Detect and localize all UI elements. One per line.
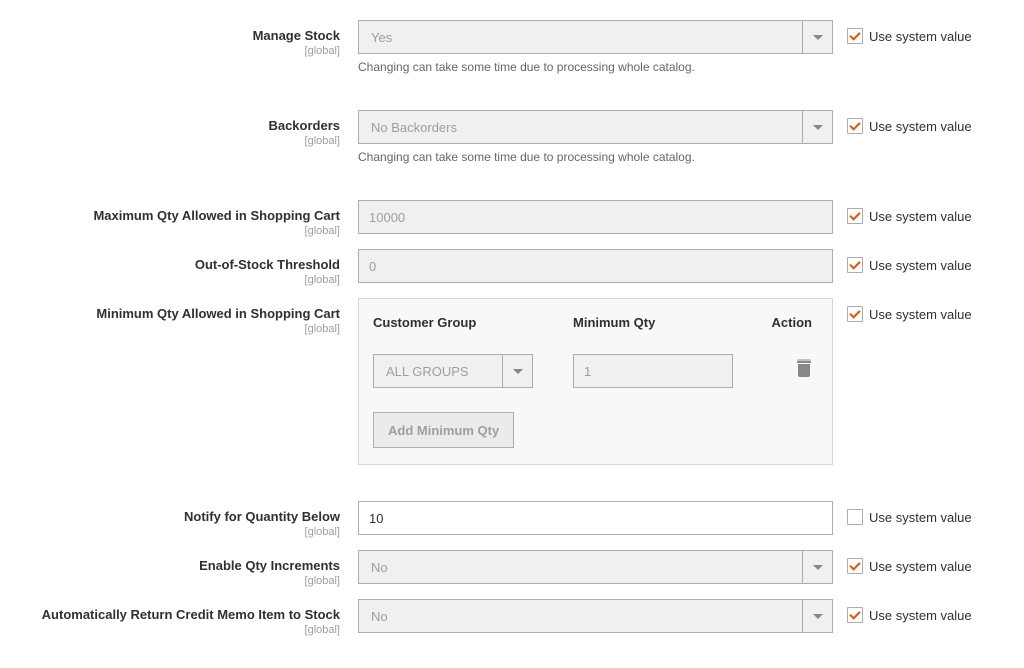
row-backorders: Backorders [global] No Backorders Changi… — [18, 110, 1006, 164]
label-notify-below: Notify for Quantity Below — [184, 509, 340, 524]
use-system-label: Use system value — [869, 510, 972, 525]
input-oos-threshold[interactable] — [358, 249, 833, 283]
label-enable-qty-inc: Enable Qty Increments — [199, 558, 340, 573]
input-notify-below[interactable] — [358, 501, 833, 535]
row-manage-stock: Manage Stock [global] Yes Changing can t… — [18, 20, 1006, 74]
checkbox-use-system-manage-stock[interactable] — [847, 28, 863, 44]
add-minimum-qty-button[interactable]: Add Minimum Qty — [373, 412, 514, 448]
select-auto-return[interactable]: No — [358, 599, 833, 633]
th-customer-group: Customer Group — [373, 315, 573, 330]
checkbox-use-system-max-qty[interactable] — [847, 208, 863, 224]
input-minimum-qty[interactable] — [573, 354, 733, 388]
min-qty-group-box: Customer Group Minimum Qty Action ALL GR… — [358, 298, 833, 465]
chevron-down-icon — [802, 21, 832, 53]
scope-label: [global] — [18, 225, 340, 237]
row-auto-return: Automatically Return Credit Memo Item to… — [18, 599, 1006, 636]
label-max-qty: Maximum Qty Allowed in Shopping Cart — [93, 208, 340, 223]
th-action: Action — [743, 315, 818, 330]
use-system-label: Use system value — [869, 209, 972, 224]
checkbox-use-system-enable-qty-inc[interactable] — [847, 558, 863, 574]
scope-label: [global] — [18, 323, 340, 335]
checkbox-use-system-backorders[interactable] — [847, 118, 863, 134]
row-max-qty: Maximum Qty Allowed in Shopping Cart [gl… — [18, 200, 1006, 237]
scope-label: [global] — [18, 624, 340, 636]
use-system-label: Use system value — [869, 119, 972, 134]
label-manage-stock: Manage Stock — [253, 28, 340, 43]
scope-label: [global] — [18, 45, 340, 57]
use-system-label: Use system value — [869, 307, 972, 322]
row-min-qty-group: Minimum Qty Allowed in Shopping Cart [gl… — [18, 298, 1006, 465]
use-system-label: Use system value — [869, 608, 972, 623]
label-oos-threshold: Out-of-Stock Threshold — [195, 257, 340, 272]
row-oos-threshold: Out-of-Stock Threshold [global] Use syst… — [18, 249, 1006, 286]
checkbox-use-system-auto-return[interactable] — [847, 607, 863, 623]
helper-manage-stock: Changing can take some time due to proce… — [358, 60, 833, 74]
label-backorders: Backorders — [268, 118, 340, 133]
helper-backorders: Changing can take some time due to proce… — [358, 150, 833, 164]
scope-label: [global] — [18, 575, 340, 587]
use-system-label: Use system value — [869, 29, 972, 44]
chevron-down-icon — [802, 551, 832, 583]
checkbox-use-system-oos-threshold[interactable] — [847, 257, 863, 273]
trash-icon[interactable] — [796, 361, 812, 379]
use-system-label: Use system value — [869, 258, 972, 273]
input-max-qty[interactable] — [358, 200, 833, 234]
select-enable-qty-inc[interactable]: No — [358, 550, 833, 584]
row-notify-below: Notify for Quantity Below [global] Use s… — [18, 501, 1006, 538]
label-min-qty: Minimum Qty Allowed in Shopping Cart — [96, 306, 340, 321]
checkbox-use-system-notify-below[interactable] — [847, 509, 863, 525]
chevron-down-icon — [802, 600, 832, 632]
scope-label: [global] — [18, 526, 340, 538]
label-auto-return: Automatically Return Credit Memo Item to… — [42, 607, 340, 622]
select-customer-group[interactable]: ALL GROUPS — [373, 354, 533, 388]
row-enable-qty-inc: Enable Qty Increments [global] No Use sy… — [18, 550, 1006, 587]
use-system-label: Use system value — [869, 559, 972, 574]
th-minimum-qty: Minimum Qty — [573, 315, 743, 330]
scope-label: [global] — [18, 274, 340, 286]
table-row: ALL GROUPS — [373, 340, 818, 402]
select-manage-stock[interactable]: Yes — [358, 20, 833, 54]
select-backorders[interactable]: No Backorders — [358, 110, 833, 144]
chevron-down-icon — [502, 355, 532, 387]
chevron-down-icon — [802, 111, 832, 143]
checkbox-use-system-min-qty[interactable] — [847, 306, 863, 322]
scope-label: [global] — [18, 135, 340, 147]
